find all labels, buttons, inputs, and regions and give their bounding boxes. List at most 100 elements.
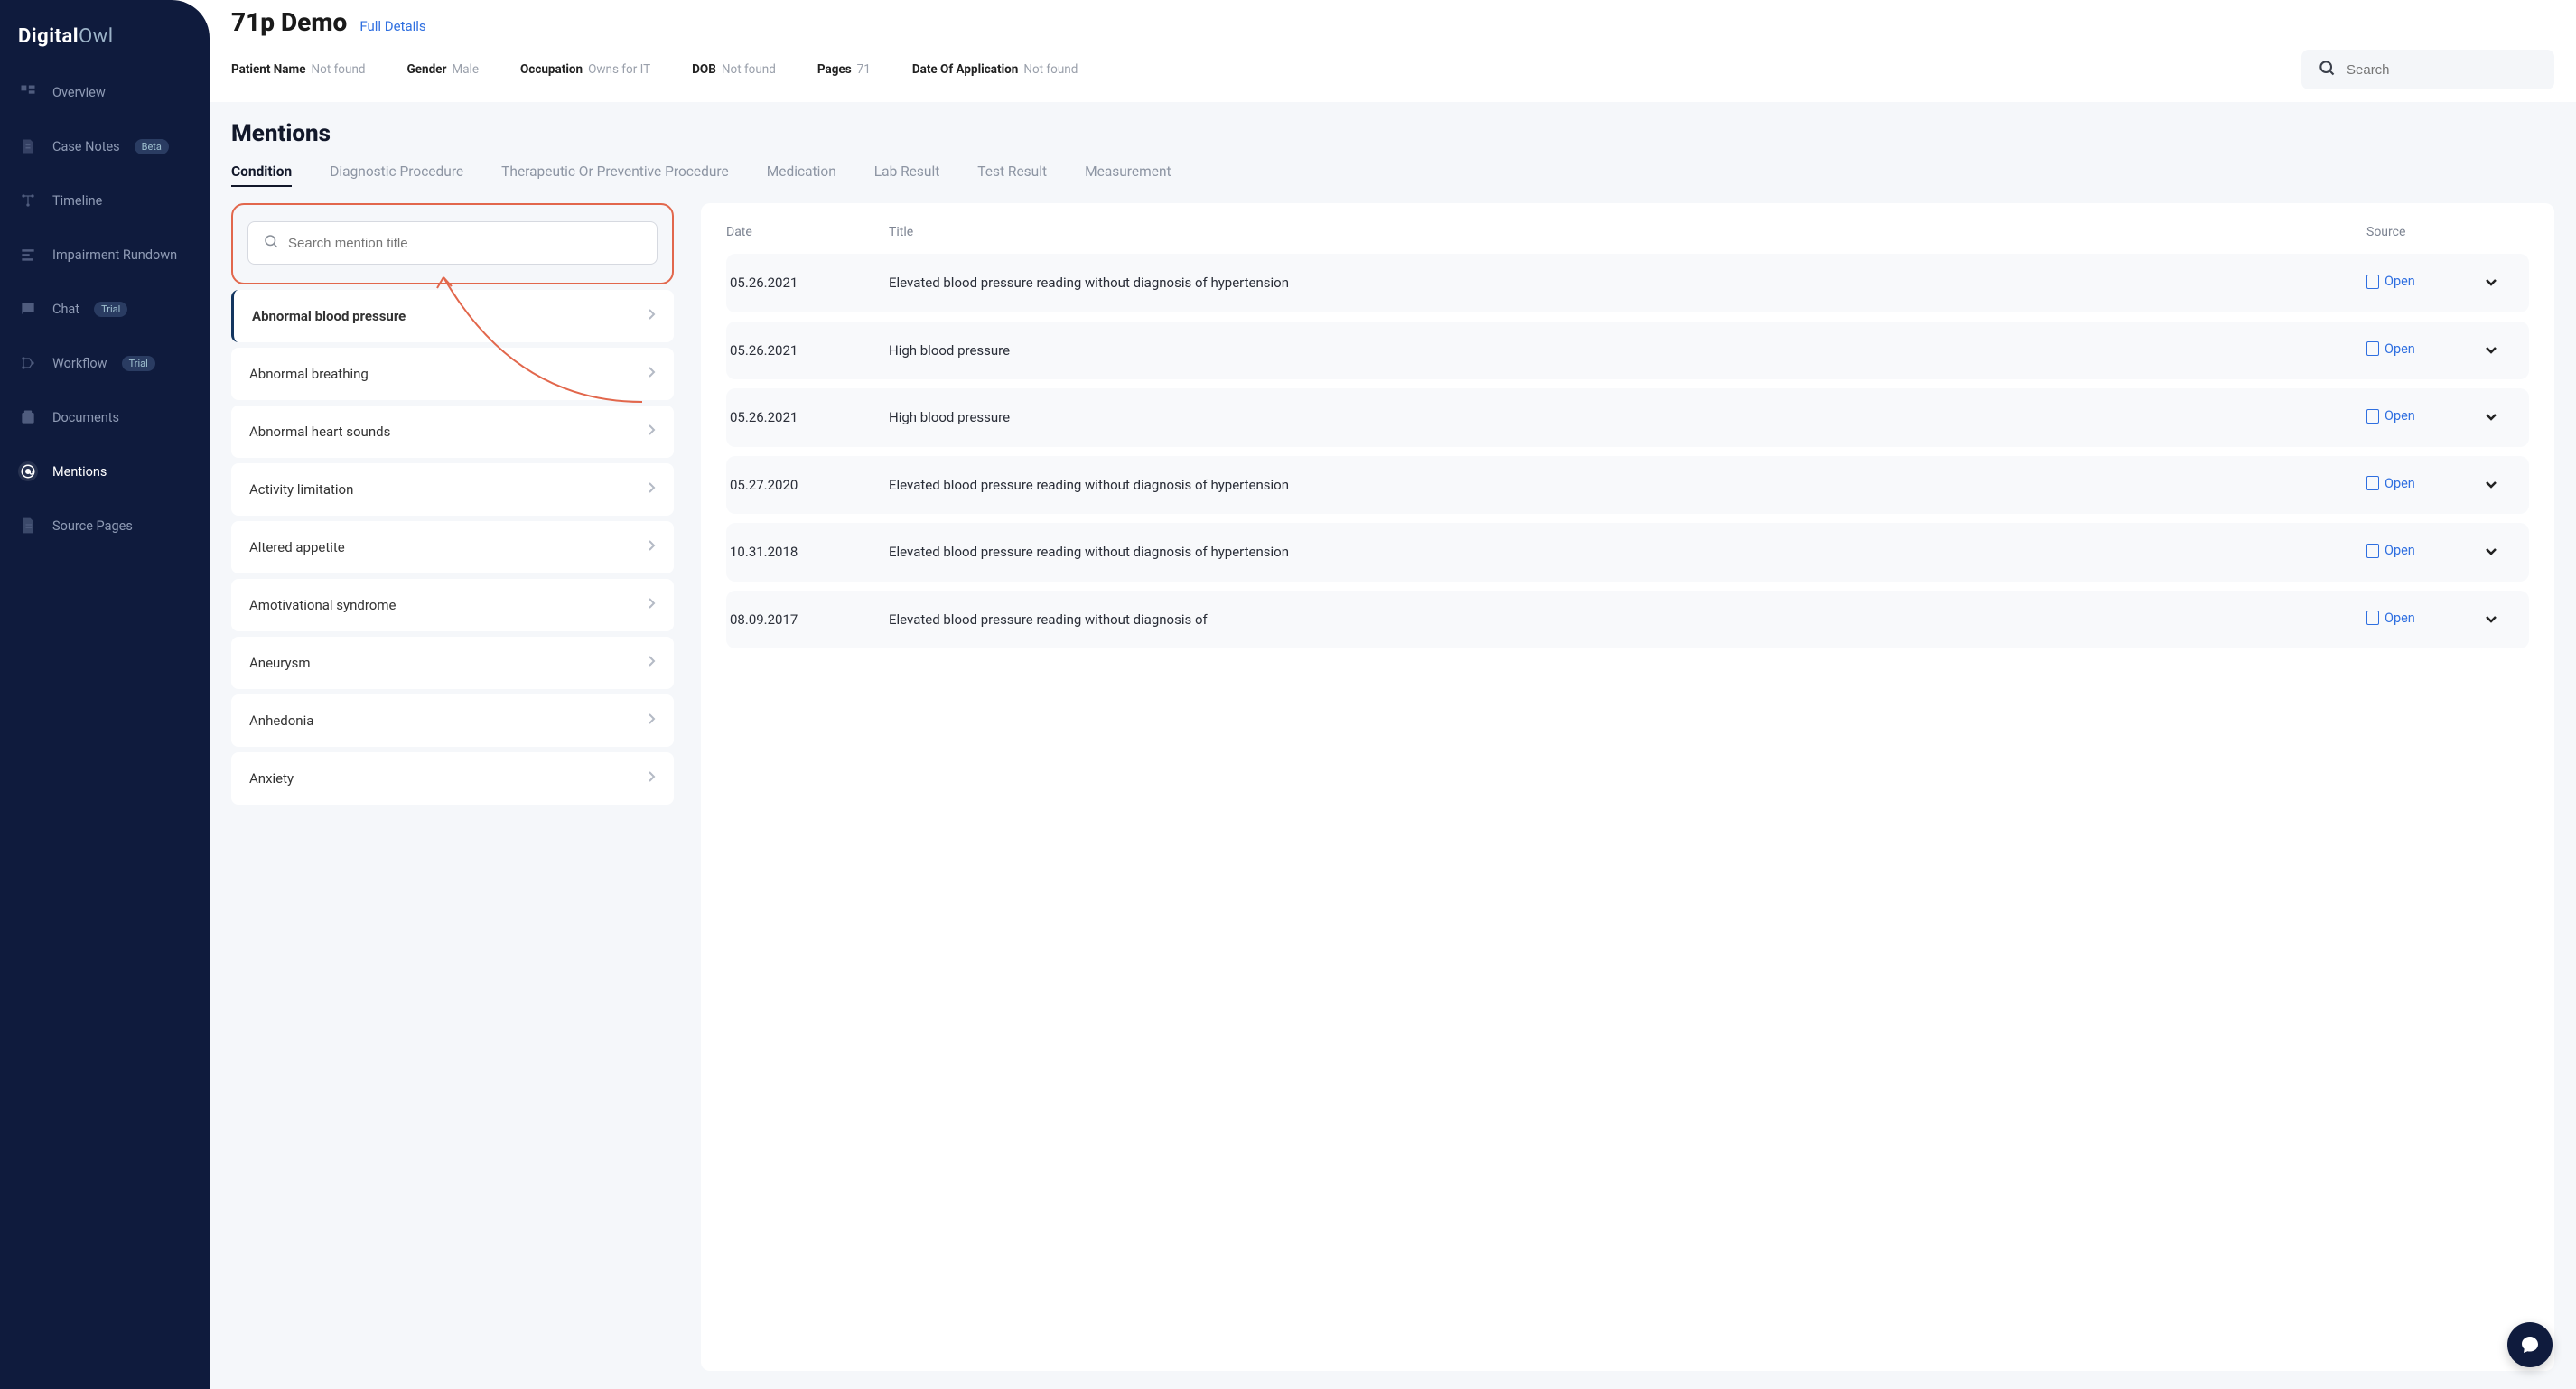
document-icon — [2366, 476, 2379, 490]
meta-label: DOB — [692, 62, 716, 77]
mention-title: Abnormal heart sounds — [249, 424, 390, 440]
mention-item[interactable]: Amotivational syndrome — [231, 579, 674, 631]
chevron-right-icon — [647, 770, 656, 787]
open-label: Open — [2385, 408, 2415, 424]
chevron-down-icon[interactable] — [2484, 275, 2498, 291]
meta-value: Not found — [722, 62, 776, 77]
table-row: 08.09.2017Elevated blood pressure readin… — [726, 591, 2529, 649]
tab-medication[interactable]: Medication — [767, 163, 836, 187]
row-date: 05.26.2021 — [726, 342, 889, 359]
chat-icon — [18, 299, 38, 319]
table-head: Date Title Source — [726, 225, 2529, 239]
meta-label: Gender — [407, 62, 447, 77]
chevron-down-icon[interactable] — [2484, 409, 2498, 425]
mention-item[interactable]: Activity limitation — [231, 463, 674, 516]
sidebar-item-label: Impairment Rundown — [52, 247, 177, 263]
tab-test-result[interactable]: Test Result — [977, 163, 1047, 187]
chevron-right-icon — [647, 539, 656, 555]
search-icon — [2318, 59, 2336, 80]
mention-item[interactable]: Anxiety — [231, 752, 674, 805]
table-body: 05.26.2021 Elevated blood pressure readin… — [726, 254, 2529, 1371]
sidebar-item-label: Case Notes — [52, 139, 120, 154]
mention-search-highlight — [231, 203, 674, 284]
tab-diagnostic-procedure[interactable]: Diagnostic Procedure — [330, 163, 463, 187]
open-label: Open — [2385, 341, 2415, 357]
mention-title: Anhedonia — [249, 713, 313, 729]
chevron-right-icon — [647, 481, 656, 498]
sidebar-badge: Trial — [94, 302, 127, 317]
title-row: 71p Demo Full Details — [231, 7, 2554, 37]
mention-title: Aneurysm — [249, 655, 311, 671]
sidebar-item-timeline[interactable]: Timeline — [13, 185, 197, 216]
meta-value: 71 — [857, 62, 871, 77]
open-link[interactable]: Open — [2366, 274, 2415, 289]
mention-item[interactable]: Anhedonia — [231, 694, 674, 747]
chevron-down-icon[interactable] — [2484, 544, 2498, 560]
open-link[interactable]: Open — [2366, 408, 2415, 424]
sidebar-item-label: Documents — [52, 410, 119, 425]
document-icon — [2366, 611, 2379, 625]
panels: Abnormal blood pressure Abnormal breathin… — [231, 203, 2554, 1371]
row-date: 05.27.2020 — [726, 477, 889, 493]
content: Mentions Condition Diagnostic Procedure Th… — [210, 102, 2576, 1389]
impairment-rundown-icon — [18, 245, 38, 265]
open-link[interactable]: Open — [2366, 476, 2415, 491]
sidebar-item-overview[interactable]: Overview — [13, 77, 197, 107]
meta-group: Pages 71 — [817, 62, 871, 77]
sidebar-badge: Trial — [122, 356, 155, 371]
chevron-right-icon — [647, 713, 656, 729]
table-row: 05.27.2020Elevated blood pressure readin… — [726, 456, 2529, 515]
chat-widget[interactable] — [2507, 1322, 2553, 1367]
row-source: Open — [2366, 341, 2484, 360]
row-title: High blood pressure — [889, 408, 2366, 426]
tab-measurement[interactable]: Measurement — [1085, 163, 1171, 187]
chevron-down-icon[interactable] — [2484, 477, 2498, 493]
row-title: Elevated blood pressure reading without … — [889, 543, 2366, 561]
sidebar-item-source-pages[interactable]: Source Pages — [13, 510, 197, 541]
tab-lab-result[interactable]: Lab Result — [874, 163, 939, 187]
chevron-down-icon[interactable] — [2484, 611, 2498, 628]
row-title: Elevated blood pressure reading without … — [889, 476, 2366, 494]
logo: DigitalOwl — [0, 16, 210, 77]
table-row: 05.26.2021High blood pressure Open — [726, 388, 2529, 447]
mention-item[interactable]: Abnormal heart sounds — [231, 406, 674, 458]
header-search[interactable] — [2301, 50, 2554, 89]
section-title: Mentions — [231, 120, 2554, 147]
open-link[interactable]: Open — [2366, 341, 2415, 357]
header-search-input[interactable] — [2347, 62, 2538, 78]
sidebar-item-documents[interactable]: Documents — [13, 402, 197, 433]
col-source-header: Source — [2366, 225, 2484, 239]
sidebar-item-case-notes[interactable]: Case NotesBeta — [13, 131, 197, 162]
sidebar-item-impairment-rundown[interactable]: Impairment Rundown — [13, 239, 197, 270]
full-details-link[interactable]: Full Details — [359, 18, 425, 34]
open-link[interactable]: Open — [2366, 611, 2415, 626]
tab-therapeutic-or-preventive-procedure[interactable]: Therapeutic Or Preventive Procedure — [501, 163, 729, 187]
col-title-header: Title — [889, 225, 2366, 239]
meta-label: Date Of Application — [912, 62, 1018, 77]
sidebar: DigitalOwl Overview Case NotesBeta Timelin… — [0, 0, 210, 1389]
mention-item[interactable]: Aneurysm — [231, 637, 674, 689]
chevron-down-icon[interactable] — [2484, 342, 2498, 359]
mention-search-input[interactable] — [288, 236, 642, 251]
sidebar-item-mentions[interactable]: Mentions — [13, 456, 197, 487]
row-title: Elevated blood pressure reading without … — [889, 274, 2366, 292]
open-link[interactable]: Open — [2366, 543, 2415, 558]
sidebar-item-label: Overview — [52, 85, 106, 100]
mention-search[interactable] — [247, 221, 658, 265]
mention-item[interactable]: Altered appetite — [231, 521, 674, 573]
meta-row: Patient NameNot foundGenderMaleOccupatio… — [231, 50, 2554, 89]
chevron-right-icon — [647, 597, 656, 613]
chat-icon — [2519, 1334, 2541, 1356]
tab-condition[interactable]: Condition — [231, 163, 292, 187]
sidebar-item-workflow[interactable]: WorkflowTrial — [13, 348, 197, 378]
mention-item[interactable]: Abnormal breathing — [231, 348, 674, 400]
row-date: 05.26.2021 — [726, 409, 889, 425]
sidebar-item-chat[interactable]: ChatTrial — [13, 294, 197, 324]
row-source: Open — [2366, 543, 2484, 562]
meta-group: GenderMale — [407, 62, 479, 77]
mention-item[interactable]: Abnormal blood pressure — [231, 290, 674, 342]
mention-list: Abnormal blood pressure Abnormal breathin… — [231, 290, 674, 805]
meta-label: Pages — [817, 62, 852, 77]
row-source: Open — [2366, 476, 2484, 495]
mentions-icon — [18, 461, 38, 481]
